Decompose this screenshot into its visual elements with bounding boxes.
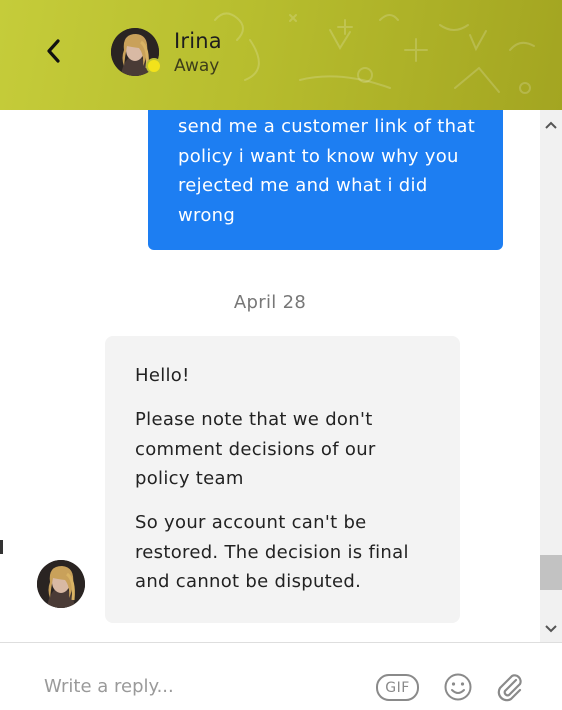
incoming-message-bubble: Hello! Please note that we don't comment… xyxy=(105,336,460,623)
sender-avatar xyxy=(37,560,85,608)
outgoing-message-bubble: send me a customer link of that policy i… xyxy=(148,110,503,250)
attach-file-button[interactable] xyxy=(494,671,524,703)
outgoing-message-text: send me a customer link of that policy i… xyxy=(178,116,476,226)
presence-status-dot xyxy=(146,58,162,74)
emoji-button[interactable] xyxy=(443,672,473,702)
paperclip-icon xyxy=(497,674,522,702)
chevron-left-icon xyxy=(47,39,60,63)
reply-composer: GIF xyxy=(0,642,562,710)
scroll-up-button[interactable] xyxy=(540,114,562,136)
incoming-message-paragraph: So your account can't be restored. The d… xyxy=(135,512,409,592)
date-separator: April 28 xyxy=(233,292,307,313)
gif-button[interactable]: GIF xyxy=(376,674,419,701)
contact-name: Irina xyxy=(174,29,222,53)
reply-input[interactable] xyxy=(44,671,344,701)
message-scrollbar[interactable] xyxy=(540,110,562,642)
incoming-message-paragraph: Please note that we don't comment decisi… xyxy=(135,409,376,489)
message-list[interactable]: send me a customer link of that policy i… xyxy=(0,110,540,642)
window-edge-marker xyxy=(0,540,3,554)
chat-header: Irina Away xyxy=(0,0,562,110)
contact-status: Away xyxy=(174,56,220,76)
scroll-thumb[interactable] xyxy=(540,555,562,590)
chevron-down-icon xyxy=(545,625,557,633)
chevron-up-icon xyxy=(545,121,557,129)
scroll-down-button[interactable] xyxy=(540,618,562,640)
smiley-icon xyxy=(444,673,472,701)
header-doodle-pattern xyxy=(214,12,535,94)
incoming-message-paragraph: Hello! xyxy=(135,365,190,386)
back-button[interactable] xyxy=(36,34,70,68)
